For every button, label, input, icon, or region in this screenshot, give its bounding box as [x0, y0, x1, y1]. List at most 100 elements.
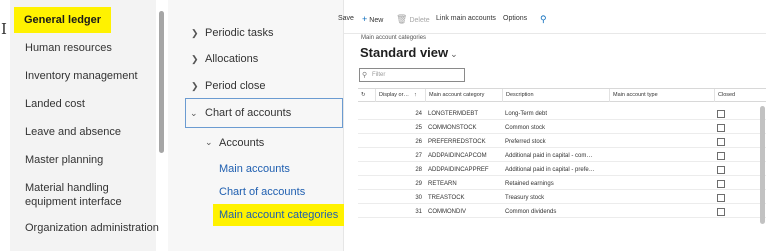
- menu-link-chart-of-accounts[interactable]: Chart of accounts: [219, 185, 305, 199]
- cell-display-order: 27: [415, 153, 422, 159]
- chevron-right-icon[interactable]: ❯: [191, 26, 199, 40]
- cell-display-order: 24: [415, 111, 422, 117]
- closed-checkbox[interactable]: [717, 138, 725, 146]
- cell-description: Additional paid in capital - prefe…: [505, 167, 595, 173]
- table-row[interactable]: 29 RETEARN Retained earnings: [358, 178, 766, 190]
- module-item-inventory-management[interactable]: Inventory management: [25, 70, 138, 83]
- menu-item-chart-of-accounts[interactable]: Chart of accounts: [205, 106, 291, 120]
- table-row[interactable]: 28 ADDPAIDINCAPPREF Additional paid in c…: [358, 164, 766, 176]
- cell-category: TREASTOCK: [428, 195, 465, 201]
- text-cursor-icon: I: [1, 20, 7, 38]
- menu-subgroup-accounts[interactable]: Accounts: [219, 136, 264, 150]
- cell-description: Additional paid in capital - com…: [505, 153, 593, 159]
- module-item-organization-administration[interactable]: Organization administration: [25, 222, 159, 235]
- closed-checkbox[interactable]: [717, 124, 725, 132]
- closed-checkbox[interactable]: [717, 194, 725, 202]
- cell-type[interactable]: [609, 164, 714, 176]
- module-item-master-planning[interactable]: Master planning: [25, 154, 103, 167]
- cell-category: PREFERREDSTOCK: [428, 139, 486, 145]
- menu-item-chart-of-accounts-group[interactable]: ⌄ Chart of accounts: [185, 98, 343, 128]
- column-header-main-account-type[interactable]: Main account type: [609, 89, 714, 102]
- closed-checkbox[interactable]: [717, 208, 725, 216]
- chevron-right-icon[interactable]: ❯: [191, 52, 199, 66]
- closed-checkbox[interactable]: [717, 180, 725, 188]
- table-row[interactable]: 26 PREFERREDSTOCK Preferred stock: [358, 136, 766, 148]
- closed-checkbox[interactable]: [717, 110, 725, 118]
- cell-category: LONGTERMDEBT: [428, 111, 479, 117]
- view-selector[interactable]: Standard view ⌄: [360, 45, 458, 60]
- menu-item-allocations[interactable]: Allocations: [205, 52, 258, 66]
- column-header-main-account-category[interactable]: Main account category: [425, 89, 502, 102]
- table-row[interactable]: 31 COMMONDIV Common dividends: [358, 206, 766, 218]
- table-row[interactable]: 27 ADDPAIDINCAPCOM Additional paid in ca…: [358, 150, 766, 162]
- plus-icon: +: [362, 14, 368, 24]
- cell-type[interactable]: [609, 192, 714, 204]
- column-header-description[interactable]: Description: [502, 89, 609, 102]
- link-main-accounts-button[interactable]: Link main accounts: [436, 14, 496, 24]
- module-item-material-handling[interactable]: Material handling equipment interface: [25, 181, 122, 209]
- cell-type[interactable]: [609, 122, 714, 134]
- cell-type[interactable]: [609, 206, 714, 218]
- chevron-right-icon[interactable]: ❯: [191, 79, 199, 93]
- chevron-down-icon[interactable]: ⌄: [205, 135, 213, 149]
- cell-category: COMMONSTOCK: [428, 125, 477, 131]
- cell-description: Common dividends: [505, 209, 557, 215]
- options-button[interactable]: Options: [503, 14, 527, 24]
- sort-ascending-icon[interactable]: ↑: [411, 89, 425, 102]
- cell-type[interactable]: [609, 108, 714, 120]
- module-item-general-ledger[interactable]: General ledger: [14, 7, 112, 33]
- cell-display-order: 29: [415, 181, 422, 187]
- new-button-label: New: [369, 17, 384, 24]
- table-row[interactable]: 30 TREASTOCK Treasury stock: [358, 192, 766, 204]
- cell-display-order: 28: [415, 167, 422, 173]
- module-item-human-resources[interactable]: Human resources: [25, 42, 112, 55]
- filter-icon: ⚲: [362, 72, 368, 79]
- module-item-leave-and-absence[interactable]: Leave and absence: [25, 126, 121, 139]
- table-row[interactable]: 24 LONGTERMDEBT Long-Term debt: [358, 108, 766, 120]
- chevron-down-icon[interactable]: ⌄: [190, 106, 198, 120]
- cell-display-order: 30: [415, 195, 422, 201]
- menu-link-main-account-categories[interactable]: Main account categories: [213, 204, 345, 226]
- cell-type[interactable]: [609, 136, 714, 148]
- trash-icon: 🗑: [396, 14, 408, 24]
- table-row[interactable]: 25 COMMONSTOCK Common stock: [358, 122, 766, 134]
- delete-button-label: Delete: [409, 17, 430, 24]
- filter-input[interactable]: ⚲ Filter: [359, 68, 465, 82]
- column-header-closed[interactable]: Closed: [714, 89, 766, 102]
- refresh-icon[interactable]: ↻: [358, 89, 375, 102]
- cell-description: Long-Term debt: [505, 111, 548, 117]
- module-nav-scrollbar[interactable]: [159, 11, 164, 153]
- module-nav: I General ledger Human resources Invento…: [0, 0, 168, 251]
- cell-category: ADDPAIDINCAPCOM: [428, 153, 487, 159]
- grid-header: ↻ Display or… ↑ Main account category De…: [358, 88, 766, 102]
- filter-placeholder: Filter: [372, 72, 386, 78]
- menu-item-periodic-tasks[interactable]: Periodic tasks: [205, 26, 273, 40]
- cell-display-order: 25: [415, 125, 422, 131]
- delete-button[interactable]: 🗑 Delete: [396, 14, 430, 26]
- module-item-landed-cost[interactable]: Landed cost: [25, 98, 85, 111]
- cell-description: Treasury stock: [505, 195, 545, 201]
- column-header-display-order[interactable]: Display or…: [375, 89, 411, 102]
- cell-display-order: 26: [415, 139, 422, 145]
- cell-display-order: 31: [415, 209, 422, 215]
- menu-item-period-close[interactable]: Period close: [205, 79, 266, 93]
- grid-scrollbar[interactable]: [760, 106, 765, 224]
- save-button[interactable]: Save: [338, 14, 354, 24]
- cell-type[interactable]: [609, 150, 714, 162]
- cell-description: Retained earnings: [505, 181, 554, 187]
- cell-type[interactable]: [609, 178, 714, 190]
- closed-checkbox[interactable]: [717, 166, 725, 174]
- new-button[interactable]: + New: [362, 14, 383, 26]
- cell-category: COMMONDIV: [428, 209, 466, 215]
- module-menu: ❯ Periodic tasks ❯ Allocations ❯ Period …: [168, 0, 345, 251]
- closed-checkbox[interactable]: [717, 152, 725, 160]
- module-list: General ledger Human resources Inventory…: [10, 0, 159, 251]
- search-icon: ⚲: [540, 14, 547, 24]
- page-title: Standard view: [360, 45, 449, 60]
- breadcrumb: Main account categories: [361, 35, 427, 41]
- search-button[interactable]: ⚲: [540, 14, 549, 26]
- chevron-down-icon: ⌄: [450, 49, 458, 59]
- menu-link-main-accounts[interactable]: Main accounts: [219, 162, 290, 176]
- cell-description: Common stock: [505, 125, 546, 131]
- cell-description: Preferred stock: [505, 139, 546, 145]
